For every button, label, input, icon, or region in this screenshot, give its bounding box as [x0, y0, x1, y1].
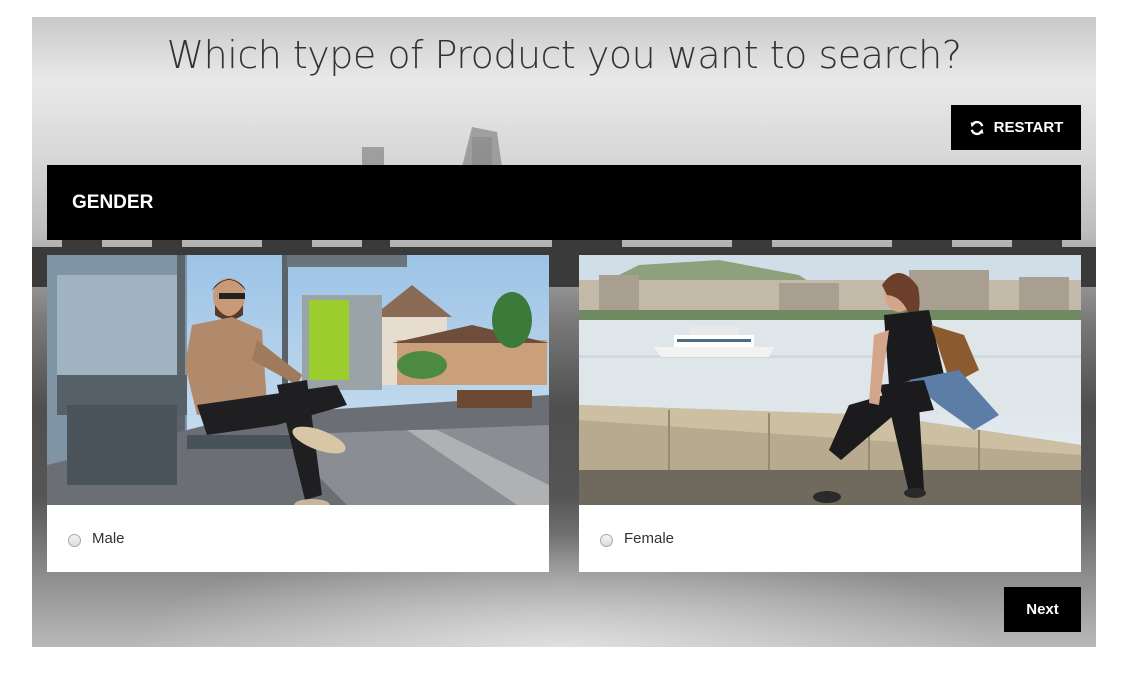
female-label[interactable]: Female — [624, 530, 674, 547]
restart-button[interactable]: RESTART — [951, 105, 1081, 150]
option-card-male[interactable]: Male — [47, 255, 549, 572]
question-title: Which type of Product you want to search… — [166, 33, 962, 77]
option-footer-female: Female — [579, 505, 1081, 572]
male-photo — [47, 255, 549, 505]
female-radio[interactable] — [600, 533, 613, 547]
male-label[interactable]: Male — [92, 530, 125, 547]
female-photo — [579, 255, 1081, 505]
quiz-container: Which type of Product you want to search… — [32, 17, 1096, 647]
option-footer-male: Male — [47, 505, 549, 572]
option-card-female[interactable]: Female — [579, 255, 1081, 572]
step-heading-bar: GENDER — [47, 165, 1081, 240]
restart-label: RESTART — [993, 119, 1064, 136]
step-heading: GENDER — [72, 192, 154, 213]
male-radio[interactable] — [68, 533, 81, 547]
refresh-icon — [969, 120, 985, 136]
next-button[interactable]: Next — [1004, 587, 1081, 632]
